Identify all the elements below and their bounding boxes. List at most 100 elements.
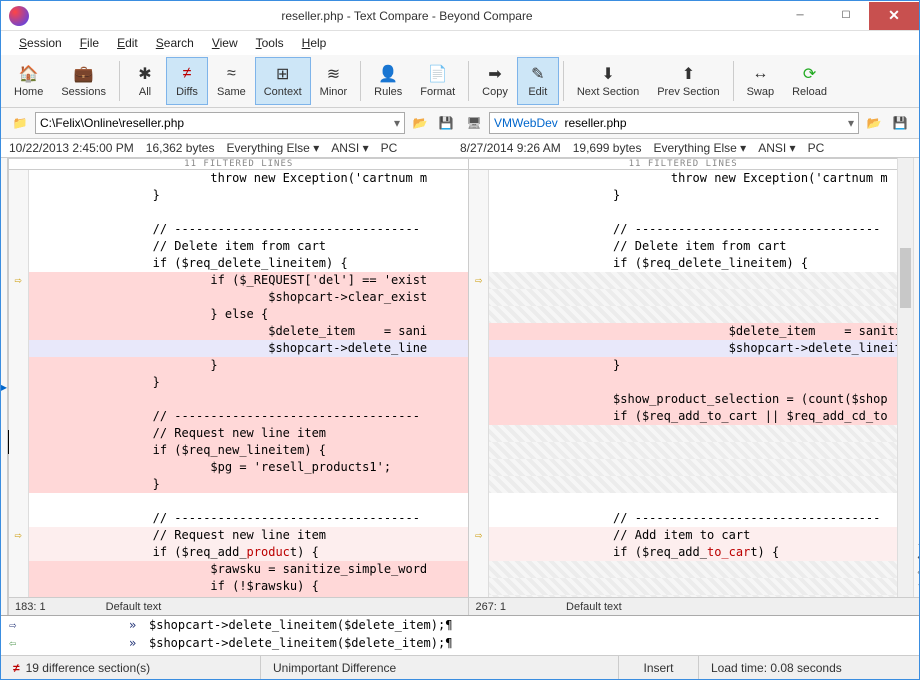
code-line[interactable]: // ---------------------------------- bbox=[9, 408, 468, 425]
expand-handle[interactable]: ▸ bbox=[1, 158, 8, 615]
code-line[interactable]: if ($req_add_to_cart || $req_add_cd_to bbox=[469, 408, 896, 425]
code-line[interactable]: } bbox=[469, 187, 896, 204]
code-line[interactable] bbox=[9, 493, 468, 510]
menu-view[interactable]: View bbox=[204, 33, 246, 53]
code-line[interactable]: if (!$rawsku) { bbox=[9, 578, 468, 595]
code-line[interactable]: $shopcart->delete_lineitem($d bbox=[469, 340, 896, 357]
code-line[interactable] bbox=[9, 204, 468, 221]
code-line[interactable] bbox=[469, 306, 896, 323]
code-line[interactable] bbox=[469, 374, 896, 391]
next-section-button[interactable]: ⬇Next Section bbox=[568, 57, 648, 105]
code-line[interactable]: // ---------------------------------- bbox=[9, 510, 468, 527]
code-line[interactable]: // ---------------------------------- bbox=[469, 221, 896, 238]
left-path-input[interactable]: C:\Felix\Online\reseller.php▾ bbox=[35, 112, 405, 134]
code-line[interactable]: if ($req_new_lineitem) { bbox=[9, 442, 468, 459]
code-line[interactable] bbox=[469, 578, 896, 595]
code-line[interactable]: // Request new line item bbox=[9, 527, 468, 544]
code-line[interactable]: throw new Exception('cartnum m bbox=[9, 170, 468, 187]
code-line[interactable]: $productclass = saniti bbox=[9, 595, 468, 597]
code-line[interactable]: } bbox=[9, 357, 468, 374]
minor-button[interactable]: ≋Minor bbox=[311, 57, 357, 105]
reload-button[interactable]: ⟳Reload bbox=[783, 57, 836, 105]
copy-button[interactable]: ➡Copy bbox=[473, 57, 517, 105]
code-line[interactable]: throw new Exception('cartnum m bbox=[469, 170, 896, 187]
menu-file[interactable]: File bbox=[72, 33, 107, 53]
code-line[interactable]: // Add item to cart bbox=[469, 527, 896, 544]
code-line[interactable]: } bbox=[9, 476, 468, 493]
scrollbar[interactable] bbox=[897, 158, 913, 597]
nav-up-icon[interactable]: ▲ bbox=[916, 537, 919, 548]
code-line[interactable]: $shopcart->delete_line bbox=[9, 340, 468, 357]
right-encoding[interactable]: ANSI ▾ bbox=[758, 141, 795, 155]
code-line[interactable]: if ($req_delete_lineitem) { bbox=[9, 255, 468, 272]
code-line[interactable] bbox=[469, 442, 896, 459]
close-button[interactable]: ✕ bbox=[869, 2, 919, 30]
left-code[interactable]: 11 FILTERED LINES ⇨⇨ throw new Exception… bbox=[9, 158, 468, 597]
code-line[interactable]: $delete_item = sani bbox=[9, 323, 468, 340]
code-line[interactable] bbox=[469, 425, 896, 442]
nav-dot-icon[interactable]: ◇ bbox=[918, 567, 919, 578]
same-button[interactable]: ≈Same bbox=[208, 57, 255, 105]
code-line[interactable] bbox=[469, 476, 896, 493]
code-line[interactable]: // Request new line item bbox=[9, 425, 468, 442]
menu-edit[interactable]: Edit bbox=[109, 33, 146, 53]
left-encoding[interactable]: ANSI ▾ bbox=[331, 141, 368, 155]
open-icon[interactable]: 📂 bbox=[863, 112, 885, 134]
context-button[interactable]: ⊞Context bbox=[255, 57, 311, 105]
code-line[interactable]: } else { bbox=[9, 306, 468, 323]
code-line[interactable]: // Delete item from cart bbox=[469, 238, 896, 255]
code-line[interactable] bbox=[469, 272, 896, 289]
code-line[interactable] bbox=[469, 289, 896, 306]
right-path-input[interactable]: VMWebDev reseller.php▾ bbox=[489, 112, 859, 134]
sessions-button[interactable]: 💼Sessions bbox=[52, 57, 115, 105]
right-filter[interactable]: Everything Else ▾ bbox=[653, 141, 746, 155]
swap-button[interactable]: ↔Swap bbox=[738, 57, 784, 105]
rules-button[interactable]: 👤Rules bbox=[365, 57, 411, 105]
arrow-right-icon[interactable]: ⇨ bbox=[9, 618, 29, 632]
edit-button[interactable]: ✎Edit bbox=[517, 57, 559, 105]
code-line[interactable]: $pg = 'resell_products1'; bbox=[9, 459, 468, 476]
code-line[interactable]: $shopcart->clear_exist bbox=[9, 289, 468, 306]
code-line[interactable]: if ($req_add_to_cart) { bbox=[469, 544, 896, 561]
code-line[interactable]: } bbox=[9, 374, 468, 391]
prev-section-button[interactable]: ⬆Prev Section bbox=[648, 57, 728, 105]
arrow-left-icon[interactable]: ⇦ bbox=[9, 636, 29, 650]
code-line[interactable]: // ---------------------------------- bbox=[469, 510, 896, 527]
code-line[interactable]: if ($_REQUEST['del'] == 'exist bbox=[9, 272, 468, 289]
code-line[interactable] bbox=[9, 391, 468, 408]
code-line[interactable]: // Delete item from cart bbox=[9, 238, 468, 255]
titlebar[interactable]: reseller.php - Text Compare - Beyond Com… bbox=[1, 1, 919, 31]
code-line[interactable]: $rawsku = sanitize_simple_word bbox=[9, 561, 468, 578]
minimize-button[interactable]: ─ bbox=[777, 2, 823, 30]
maximize-button[interactable]: ☐ bbox=[823, 2, 869, 30]
code-line[interactable] bbox=[469, 204, 896, 221]
open-icon[interactable]: 📂 bbox=[409, 112, 431, 134]
home-button[interactable]: 🏠Home bbox=[5, 57, 52, 105]
nav-down-icon[interactable]: ▼ bbox=[916, 582, 919, 593]
code-line[interactable]: $show_product_selection = (count($shop bbox=[469, 391, 896, 408]
code-line[interactable] bbox=[469, 493, 896, 510]
left-filter[interactable]: Everything Else ▾ bbox=[226, 141, 319, 155]
code-line[interactable]: } bbox=[9, 187, 468, 204]
save-icon[interactable]: 💾 bbox=[889, 112, 911, 134]
right-code[interactable]: 11 FILTERED LINES ⇨⇨ throw new Exception… bbox=[469, 158, 896, 597]
save-icon[interactable]: 💾 bbox=[435, 112, 457, 134]
nav-dot-icon[interactable]: ◆ bbox=[918, 552, 919, 563]
code-line[interactable] bbox=[469, 459, 896, 476]
menu-search[interactable]: Search bbox=[148, 33, 202, 53]
right-lineend[interactable]: PC bbox=[808, 141, 825, 155]
code-line[interactable]: if ($req_delete_lineitem) { bbox=[469, 255, 896, 272]
code-line[interactable]: // ---------------------------------- bbox=[9, 221, 468, 238]
menu-help[interactable]: Help bbox=[294, 33, 335, 53]
code-line[interactable]: $delete_item = sanitize_in bbox=[469, 323, 896, 340]
code-line[interactable] bbox=[469, 561, 896, 578]
all-button[interactable]: ✱All bbox=[124, 57, 166, 105]
code-line[interactable]: } bbox=[469, 357, 896, 374]
left-lineend[interactable]: PC bbox=[381, 141, 398, 155]
menu-session[interactable]: Session bbox=[11, 33, 70, 53]
diffs-button[interactable]: ≠Diffs bbox=[166, 57, 208, 105]
menu-tools[interactable]: Tools bbox=[248, 33, 292, 53]
code-line[interactable]: if ($req_add_product) { bbox=[9, 544, 468, 561]
code-line[interactable] bbox=[469, 595, 896, 597]
format-button[interactable]: 📄Format bbox=[411, 57, 464, 105]
